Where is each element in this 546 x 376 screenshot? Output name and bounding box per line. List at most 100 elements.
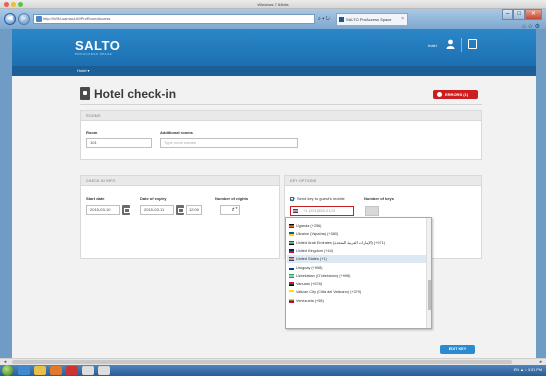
explorer-taskbar-icon[interactable] bbox=[34, 366, 46, 375]
country-option[interactable]: Uzbekistan (Oʻzbekiston) (+998) bbox=[287, 272, 426, 280]
forward-button[interactable]: ▶ bbox=[18, 13, 30, 25]
user-name[interactable]: hotel bbox=[428, 43, 437, 48]
title-divider bbox=[80, 104, 482, 105]
mobile-phone-input[interactable]: +1 (201)555-0123 bbox=[290, 206, 354, 216]
country-option[interactable]: United Kingdom (+44) bbox=[287, 247, 426, 255]
logout-icon[interactable] bbox=[468, 39, 477, 49]
country-option[interactable]: United States (+1) bbox=[287, 255, 426, 264]
user-icon[interactable] bbox=[446, 39, 455, 49]
country-option-label: United Kingdom (+44) bbox=[296, 248, 334, 253]
country-option[interactable]: Ukraine (Україна) (+380) bbox=[287, 230, 426, 238]
window-controls: – □ ✕ bbox=[502, 9, 542, 20]
room-input[interactable]: 101 bbox=[86, 138, 152, 148]
address-controls[interactable]: ⌕ ▾ ↻ bbox=[318, 14, 330, 24]
app3-taskbar-icon[interactable] bbox=[98, 366, 110, 375]
app-header: SALTO PROACCESS SPACE hotel bbox=[12, 29, 536, 66]
system-tray: EN ▲ ♪ 3:31 PM bbox=[513, 368, 542, 372]
room-label: Room bbox=[86, 130, 98, 135]
expiry-date-input[interactable]: 2015-03-11 bbox=[140, 205, 174, 215]
header-divider bbox=[461, 38, 462, 52]
rooms-panel: ROOMS bbox=[80, 110, 482, 160]
door-icon bbox=[80, 87, 90, 100]
nights-label: Number of nights bbox=[215, 196, 249, 201]
host-window-bar: Windows 7 64bits bbox=[0, 0, 546, 9]
browser-toolbar: ◀ ▶ http://WIN-samacL69ProRoomAccess ⌕ ▾… bbox=[0, 9, 546, 30]
country-option[interactable]: United Arab Emirates (الإمارات العربية ا… bbox=[287, 239, 426, 247]
country-option[interactable]: Uganda (+256) bbox=[287, 222, 426, 230]
key-options-section-title: KEY OPTIONS bbox=[285, 176, 481, 186]
start-date-label: Start date bbox=[86, 196, 105, 201]
tab-close-icon[interactable]: × bbox=[401, 14, 404, 25]
checkin-panel: CHECK-IN INFO bbox=[80, 175, 280, 259]
expiry-calendar-icon[interactable] bbox=[176, 205, 184, 215]
window-close-button[interactable]: ✕ bbox=[524, 9, 542, 20]
start-calendar-icon[interactable] bbox=[122, 205, 130, 215]
host-window-title: Windows 7 64bits bbox=[257, 2, 289, 7]
page-title: Hotel check-in bbox=[94, 87, 177, 101]
start-date-input[interactable]: 2015-03-10 bbox=[86, 205, 120, 215]
main-content: Hotel check-in ERRORS (1) ROOMS Room 101… bbox=[12, 76, 536, 358]
country-option[interactable]: Vatican City (Città del Vaticano) (+379) bbox=[287, 288, 426, 296]
errors-label: ERRORS (1) bbox=[445, 92, 469, 97]
country-flag-icon bbox=[289, 265, 294, 270]
send-to-mobile-label[interactable]: Send key to guest's mobile bbox=[297, 196, 345, 201]
phone-placeholder: +1 (201)555-0123 bbox=[303, 208, 335, 213]
maximize-button[interactable]: □ bbox=[513, 9, 525, 20]
country-flag-icon bbox=[289, 298, 294, 303]
ie-taskbar-icon[interactable] bbox=[18, 366, 30, 375]
country-flag-icon bbox=[289, 232, 294, 237]
minimize-button[interactable]: – bbox=[502, 9, 514, 20]
app-taskbar-icon[interactable] bbox=[66, 366, 78, 375]
menu-bar: Hotel ▾ bbox=[12, 66, 536, 76]
country-option[interactable]: Vanuatu (+678) bbox=[287, 280, 426, 288]
logo-subtitle: PROACCESS SPACE bbox=[75, 52, 113, 56]
country-option-label: Vatican City (Città del Vaticano) (+379) bbox=[296, 290, 362, 295]
us-flag-icon bbox=[293, 209, 298, 213]
country-option-label: Uruguay (+598) bbox=[296, 265, 323, 270]
menu-hotel[interactable]: Hotel ▾ bbox=[77, 66, 89, 76]
country-flag-icon bbox=[289, 224, 294, 228]
start-button-icon[interactable] bbox=[2, 365, 13, 376]
stepper-arrows-icon[interactable]: ▲▼ bbox=[232, 206, 238, 210]
page-icon bbox=[36, 16, 42, 22]
nights-stepper[interactable]: 1 ▲▼ bbox=[220, 205, 240, 215]
page-horizontal-scrollbar[interactable]: ◂ ▸ bbox=[0, 358, 546, 365]
errors-button[interactable]: ERRORS (1) bbox=[433, 90, 478, 99]
country-option[interactable]: Uruguay (+598) bbox=[287, 264, 426, 272]
country-option-label: United States (+1) bbox=[296, 257, 327, 262]
additional-rooms-label: Additional rooms bbox=[160, 130, 193, 135]
country-option-label: Uganda (+256) bbox=[296, 224, 322, 228]
country-option-label: Vanuatu (+678) bbox=[296, 282, 322, 287]
country-option-label: United Arab Emirates (الإمارات العربية ا… bbox=[296, 240, 385, 245]
back-button[interactable]: ◀ bbox=[4, 13, 16, 25]
media-taskbar-icon[interactable] bbox=[50, 366, 62, 375]
checkin-section-title: CHECK-IN INFO bbox=[81, 176, 279, 186]
dropdown-scroll-thumb[interactable] bbox=[428, 280, 431, 310]
keys-count-input[interactable] bbox=[365, 206, 379, 216]
country-flag-icon bbox=[289, 248, 294, 253]
browser-tab[interactable]: SALTO ProAccess Space × bbox=[336, 13, 408, 25]
additional-rooms-input[interactable]: Type room names bbox=[160, 138, 298, 148]
country-dropdown[interactable]: Uganda (+256) Ukraine (Україна) (+380) Uni… bbox=[285, 217, 432, 329]
country-flag-icon bbox=[289, 282, 294, 287]
expiry-date-label: Date of expiry bbox=[140, 196, 167, 201]
country-option-label: Venezuela (+58) bbox=[296, 298, 324, 303]
error-icon bbox=[437, 92, 442, 97]
salto-logo[interactable]: SALTO bbox=[75, 38, 120, 53]
country-option[interactable]: Venezuela (+58) bbox=[287, 297, 426, 305]
country-option-label: Ukraine (Україна) (+380) bbox=[296, 232, 339, 237]
country-flag-icon bbox=[289, 257, 294, 262]
keys-count-label: Number of keys bbox=[364, 196, 395, 201]
send-to-mobile-checkbox[interactable] bbox=[290, 197, 294, 201]
app2-taskbar-icon[interactable] bbox=[82, 366, 94, 375]
country-flag-icon bbox=[289, 273, 294, 278]
scroll-thumb[interactable] bbox=[12, 360, 512, 364]
address-bar[interactable]: http://WIN-samacL69ProRoomAccess bbox=[33, 14, 315, 24]
country-option-label: Uzbekistan (Oʻzbekiston) (+998) bbox=[296, 273, 351, 278]
tab-title: SALTO ProAccess Space bbox=[346, 17, 392, 22]
edit-key-button[interactable]: EDIT KEY bbox=[440, 345, 475, 354]
country-flag-icon bbox=[289, 290, 294, 295]
address-text: http://WIN-samacL69ProRoomAccess bbox=[43, 16, 111, 21]
expiry-time-input[interactable]: 12:00 bbox=[186, 205, 202, 215]
dropdown-scrollbar[interactable] bbox=[426, 218, 431, 328]
